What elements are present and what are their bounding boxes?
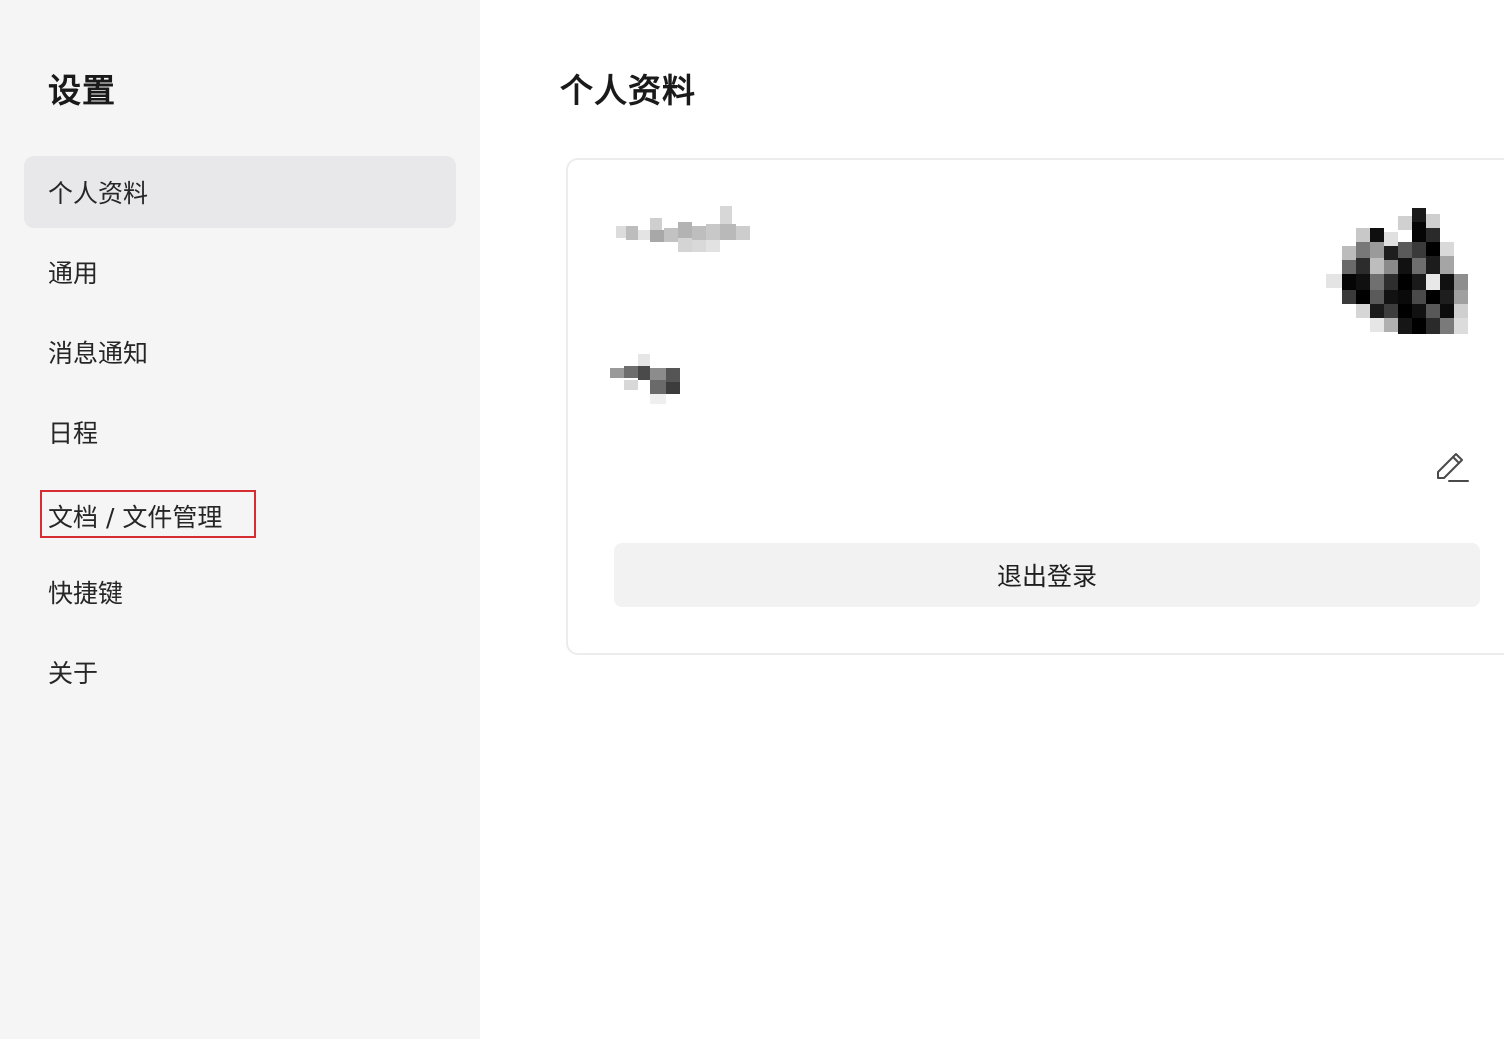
sidebar-item-label: 文档 / 文件管理 [39, 490, 257, 538]
sidebar-item-general[interactable]: 通用 [24, 236, 456, 308]
settings-nav: 个人资料 通用 消息通知 日程 文档 / 文件管理 快捷键 关于 [24, 156, 456, 716]
sidebar-item-label: 消息通知 [48, 339, 149, 368]
profile-card: 退出登录 [566, 158, 1504, 655]
sidebar-item-profile[interactable]: 个人资料 [24, 156, 456, 228]
sidebar-item-label: 通用 [48, 259, 99, 288]
sidebar-item-docs-files[interactable]: 文档 / 文件管理 [24, 476, 456, 548]
sidebar-item-label: 个人资料 [48, 179, 149, 208]
logout-button[interactable]: 退出登录 [614, 543, 1480, 607]
settings-sidebar: 设置 个人资料 通用 消息通知 日程 文档 / 文件管理 快捷键 关于 [0, 0, 480, 1039]
settings-content: 个人资料 退出登录 [480, 0, 1504, 1039]
user-subtitle-obscured [610, 354, 680, 404]
sidebar-title: 设置 [48, 71, 116, 110]
pencil-icon [1437, 453, 1469, 482]
settings-window: 设置 个人资料 通用 消息通知 日程 文档 / 文件管理 快捷键 关于 个人资料… [0, 0, 1504, 1039]
sidebar-item-notifications[interactable]: 消息通知 [24, 316, 456, 388]
sidebar-item-label: 日程 [48, 419, 99, 448]
sidebar-item-label: 快捷键 [48, 579, 124, 608]
avatar [1326, 208, 1468, 334]
sidebar-item-label: 关于 [48, 659, 99, 688]
sidebar-item-calendar[interactable]: 日程 [24, 396, 456, 468]
sidebar-item-shortcuts[interactable]: 快捷键 [24, 556, 456, 628]
edit-profile-button[interactable] [1432, 446, 1472, 486]
user-name-obscured [616, 206, 750, 252]
page-title: 个人资料 [560, 71, 696, 110]
sidebar-item-about[interactable]: 关于 [24, 636, 456, 708]
